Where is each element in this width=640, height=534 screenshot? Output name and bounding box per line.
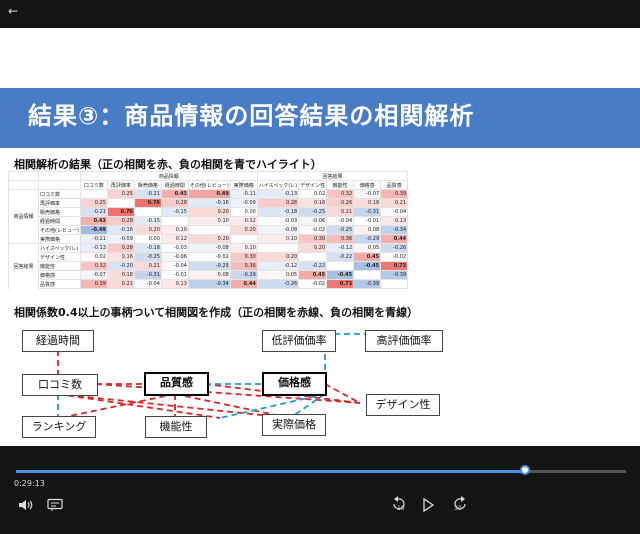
diagram-edge-positive [57,393,291,419]
node-high-rating: 高評価価率 [365,330,443,352]
player-controls: 0:29:13 10 30 [0,446,640,534]
seek-bar[interactable] [16,465,626,475]
node-ranking: ランキング [22,416,96,438]
node-reviews: 口コミ数 [22,374,98,396]
node-price-feel: 価格感 [262,372,327,396]
top-bar: ← [0,0,640,28]
volume-icon[interactable] [18,498,34,512]
node-elapsed-time: 経過時間 [22,330,94,352]
node-design: デザイン性 [366,394,440,416]
seek-handle[interactable] [519,465,530,475]
diagram-edge-positive [59,393,176,419]
captions-icon[interactable] [47,498,63,512]
play-icon[interactable] [422,498,434,512]
skip-forward-seconds: 30 [454,505,462,512]
back-arrow-icon[interactable]: ← [8,4,18,18]
node-low-rating: 低評価価率 [262,330,336,352]
node-actual-price: 実際価格 [262,414,326,436]
node-quality: 品質感 [144,372,209,396]
slide: 結果③：商品情報の回答結果の相関解析 相関解析の結果（正の相関を赤、負の相関を青… [0,28,640,446]
skip-back-seconds: 10 [397,505,405,512]
elapsed-time: 0:29:13 [14,479,45,488]
skip-forward-button[interactable]: 30 [448,495,468,515]
node-function: 機能性 [145,416,207,438]
skip-back-button[interactable]: 10 [391,495,411,515]
seek-bar-progress [16,470,525,473]
